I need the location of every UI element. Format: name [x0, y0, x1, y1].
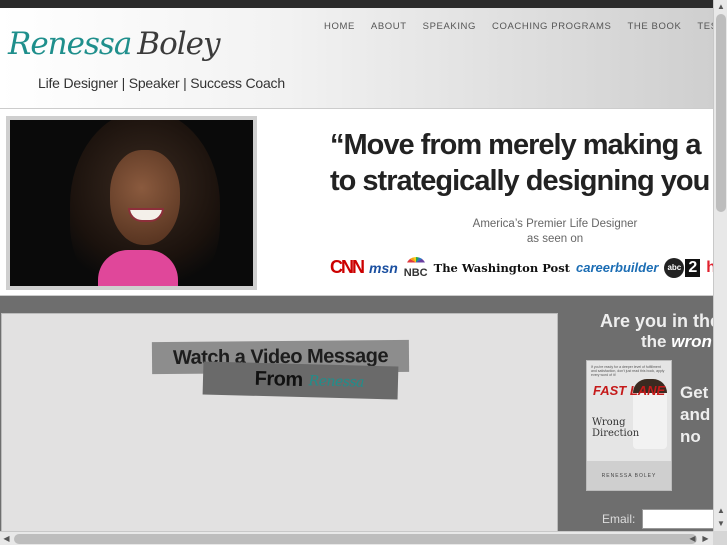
email-label: Email: — [602, 512, 636, 526]
site-header: Renessa Boley Life Designer | Speaker | S… — [0, 8, 727, 108]
hero-quote: “Move from merely making a to strategica… — [330, 127, 710, 199]
scroll-up-arrow-icon[interactable]: ▲ — [714, 0, 727, 13]
premier-line2: as seen on — [526, 233, 584, 245]
sidebar-question-line1: Are you in the — [600, 311, 721, 331]
sidebar-offer-line1: Get — [680, 383, 709, 402]
portrait-face — [110, 150, 180, 245]
sidebar-offer-line2: and — [680, 405, 711, 424]
sidebar-question-prefix: the — [641, 332, 667, 351]
horizontal-scroll-thumb[interactable] — [14, 534, 697, 544]
book-title-fast-lane: FAST LANE — [593, 383, 666, 398]
washington-post-logo: The Washington Post — [433, 260, 570, 275]
nbc-logo: NBC — [403, 257, 428, 279]
video-signature: Renessa — [308, 372, 365, 391]
scroll-up-arrow-icon-lower[interactable]: ▲ — [714, 504, 727, 517]
nav-home[interactable]: HOME — [316, 21, 363, 32]
nav-coaching-programs[interactable]: COACHING PROGRAMS — [484, 21, 619, 32]
main-nav: HOME ABOUT SPEAKING COACHING PROGRAMS TH… — [316, 21, 727, 32]
portrait-frame — [6, 116, 257, 290]
horizontal-scrollbar[interactable]: ◀ ◀ ▶ — [0, 531, 713, 545]
top-bar — [0, 0, 713, 8]
hero-quote-line1: “Move from merely making a — [330, 129, 701, 161]
vertical-scrollbar[interactable]: ▲ ▲ ▼ — [713, 0, 727, 531]
hero-quote-line2: to strategically designing you — [330, 165, 710, 197]
logo-first-name: Renessa — [8, 26, 132, 62]
sidebar-offer-text: Get and no — [680, 382, 710, 448]
nav-the-book[interactable]: THE BOOK — [619, 21, 689, 32]
video-heading-from: From — [254, 367, 303, 392]
logo-last-name: Boley — [137, 26, 220, 62]
scroll-left-arrow-icon[interactable]: ◀ — [0, 532, 13, 545]
logo[interactable]: Renessa Boley — [8, 26, 221, 62]
email-field[interactable] — [642, 509, 714, 529]
media-logos: CNN msn NBC The Washington Post careerbu… — [330, 257, 727, 279]
book-blurb: If you're ready for a deeper level of fu… — [591, 365, 665, 377]
nav-speaking[interactable]: SPEAKING — [415, 21, 484, 32]
abc-logo-text: abc — [664, 257, 685, 278]
msn-logo: msn — [369, 259, 398, 276]
scroll-left-arrow-icon-right[interactable]: ◀ — [686, 532, 699, 545]
hero-banner: “Move from merely making a to strategica… — [0, 108, 727, 296]
premier-line1: America’s Premier Life Designer — [472, 218, 638, 230]
sidebar-offer-line3: no — [680, 427, 701, 446]
nav-about[interactable]: ABOUT — [363, 21, 415, 32]
page: Renessa Boley Life Designer | Speaker | S… — [0, 0, 727, 545]
book-title-wrong-direction: Wrong Direction — [592, 417, 640, 439]
sidebar-question-emphasis: wron — [671, 332, 712, 351]
nbc-logo-text: NBC — [403, 267, 428, 279]
video-panel[interactable]: Watch a Video Message From Renessa — [1, 313, 558, 538]
abc2-logo: abc 2 — [664, 257, 701, 278]
careerbuilder-logo: careerbuilder — [576, 260, 659, 275]
portrait-shirt — [98, 250, 178, 286]
optin-sidebar: Are you in the the wron If you're ready … — [568, 296, 720, 533]
vertical-scroll-thumb[interactable] — [716, 14, 726, 212]
book-author: RENESSA BOLEY — [587, 461, 671, 490]
premier-text: America’s Premier Life Designer as seen … — [462, 217, 648, 247]
portrait-photo — [10, 120, 253, 286]
abc2-number: 2 — [685, 258, 701, 277]
video-heading-line2: From Renessa — [202, 361, 399, 400]
sidebar-question-line2: the wron — [641, 332, 712, 352]
scrollbar-corner — [713, 531, 727, 545]
logo-tagline: Life Designer | Speaker | Success Coach — [38, 75, 285, 91]
scroll-right-arrow-icon[interactable]: ▶ — [699, 532, 712, 545]
scroll-down-arrow-icon[interactable]: ▼ — [714, 517, 727, 530]
book-cover[interactable]: If you're ready for a deeper level of fu… — [586, 360, 672, 491]
cnn-logo: CNN — [330, 257, 365, 277]
